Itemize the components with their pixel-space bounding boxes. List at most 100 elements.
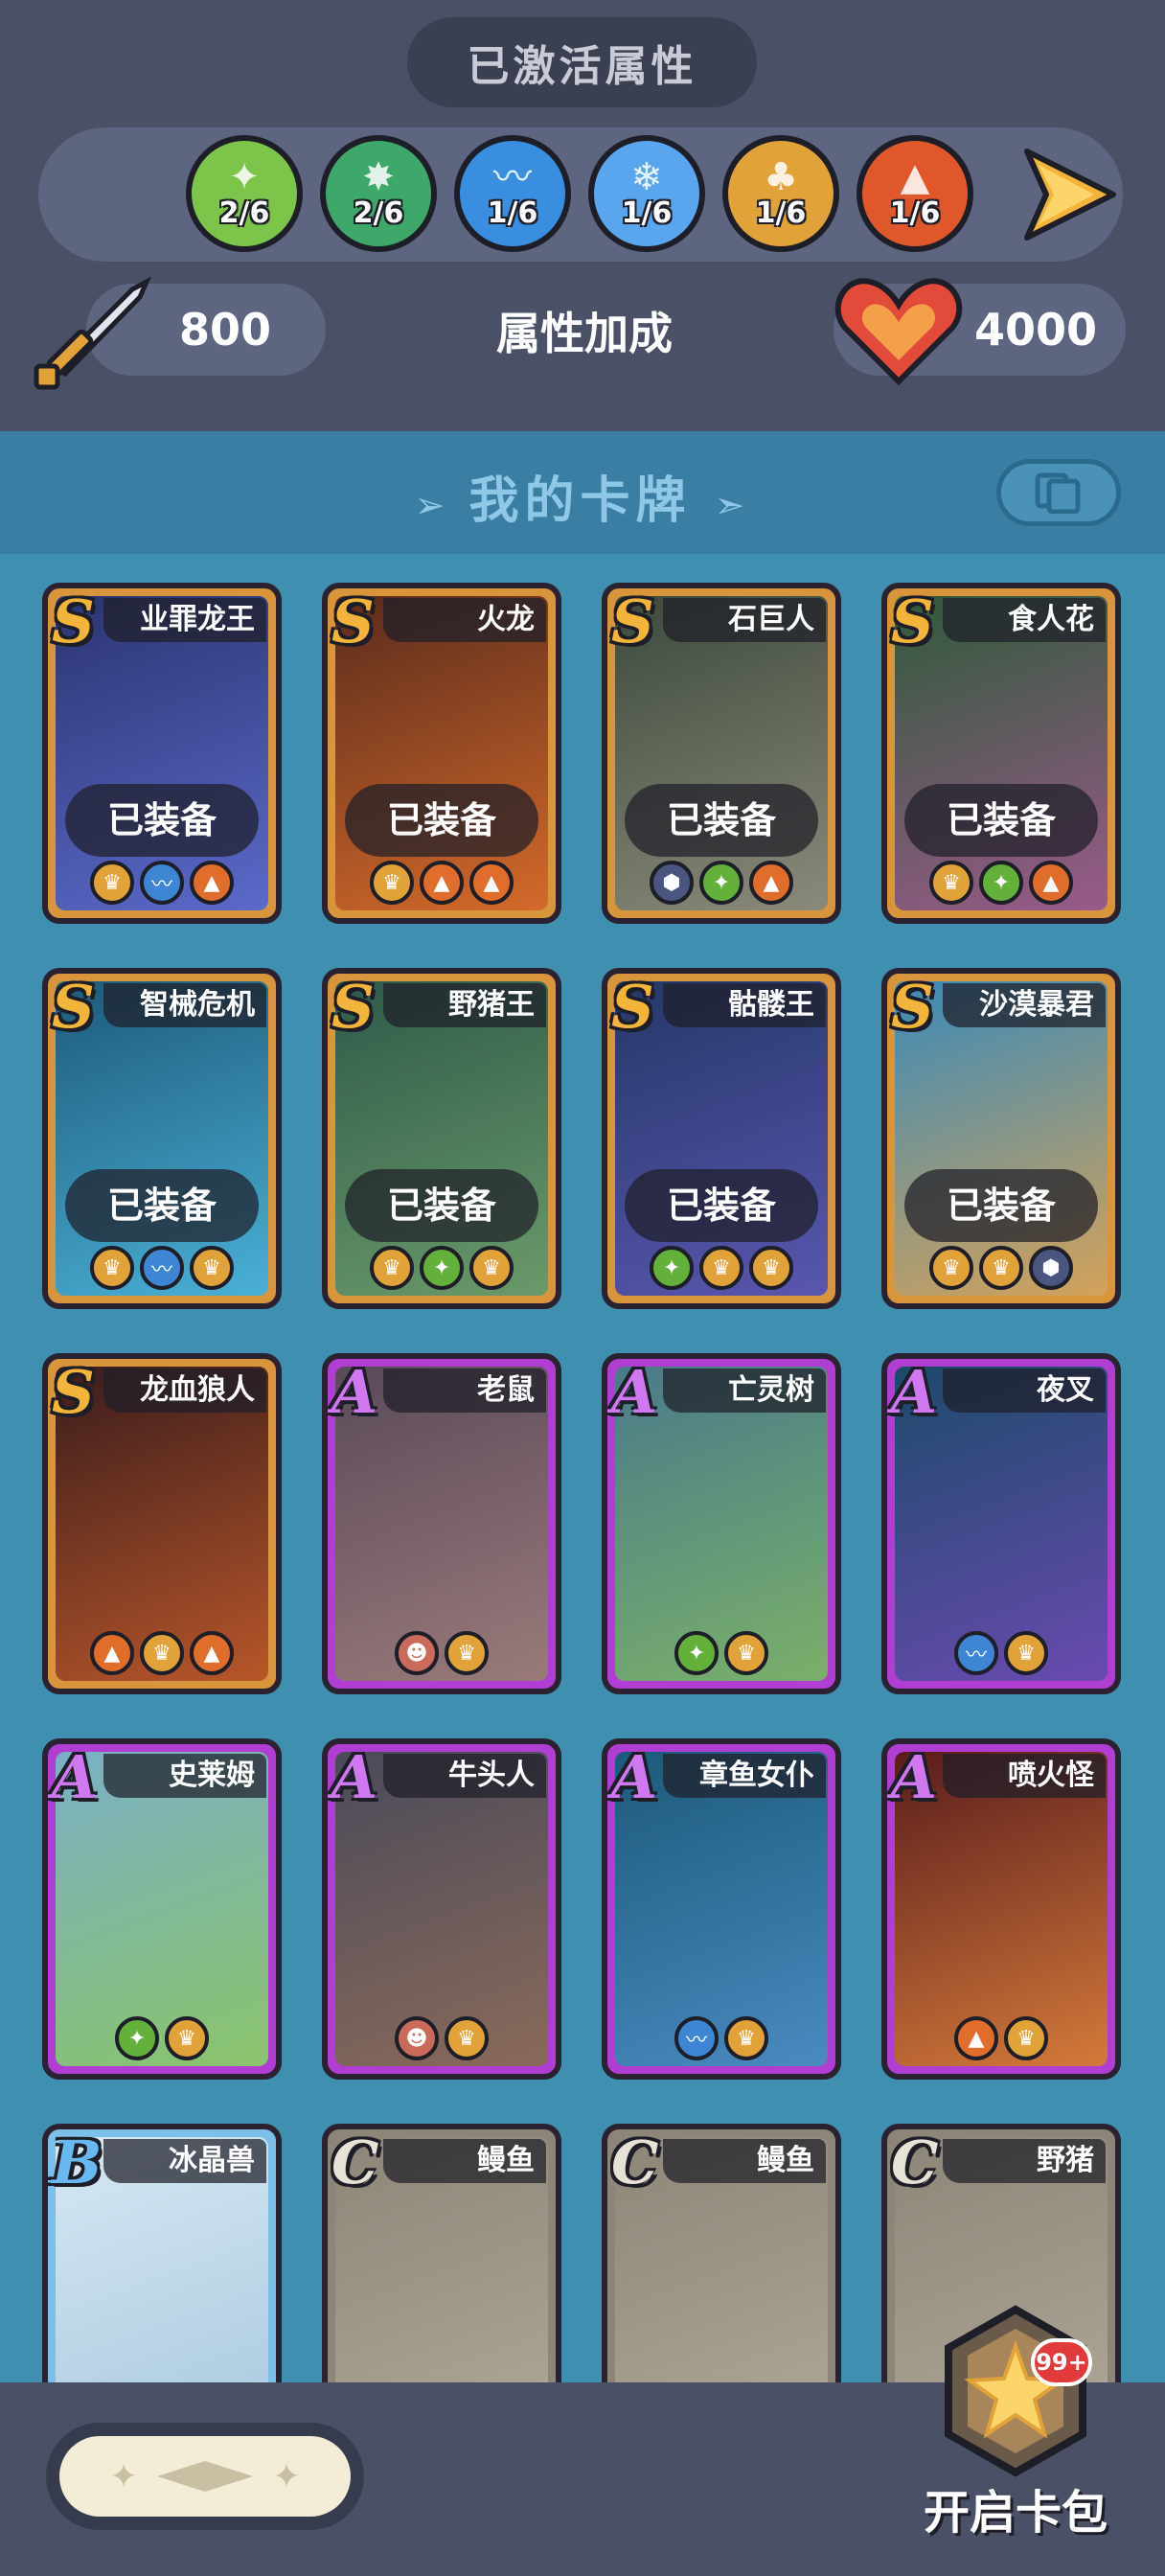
- card-rank-badge: A: [611, 1357, 658, 1427]
- card-name: 智械危机: [103, 983, 266, 1027]
- card-2[interactable]: 石巨人 S 已装备 ⬢ ✦ ▲: [602, 583, 841, 924]
- card-10[interactable]: 亡灵树 A ✦ ♛: [602, 1353, 841, 1694]
- water-attribute-icon: 〰: [674, 2016, 719, 2060]
- attribute-badge[interactable]: ✸ 2/6: [320, 135, 437, 252]
- card-rank-badge: A: [611, 1742, 658, 1812]
- card-name: 沙漠暴君: [943, 983, 1106, 1027]
- equipped-label: 已装备: [625, 1169, 818, 1242]
- card-1[interactable]: 火龙 S 已装备 ♛ ▲ ▲: [322, 583, 561, 924]
- card-6[interactable]: 骷髅王 S 已装备 ✦ ♛ ♛: [602, 968, 841, 1309]
- card-rank-badge: S: [331, 586, 375, 656]
- attribute-badge[interactable]: ❄ 1/6: [588, 135, 705, 252]
- attribute-count: 2/6: [353, 196, 404, 230]
- skin-attribute-icon: ☻: [395, 1631, 439, 1675]
- card-attribute-icons: 〰 ♛: [887, 1631, 1115, 1675]
- card-name: 夜叉: [943, 1368, 1106, 1413]
- svg-text:✦: ✦: [109, 2457, 138, 2496]
- attribute-bonus-label: 属性加成: [496, 308, 673, 359]
- card-name: 骷髅王: [663, 983, 826, 1027]
- open-pack-label[interactable]: 开启卡包: [901, 2474, 1131, 2542]
- skin-attribute-icon: ☻: [395, 2016, 439, 2060]
- card-attribute-icons: ⬢ ✦ ▲: [607, 861, 835, 905]
- gold-attribute-icon: ♛: [370, 861, 414, 905]
- card-0[interactable]: 业罪龙王 S 已装备 ♛ 〰 ▲: [42, 583, 282, 924]
- card-name: 章鱼女仆: [663, 1754, 826, 1798]
- attribute-count: 1/6: [487, 196, 538, 230]
- card-attribute-icons: ▲ ♛ ▲: [48, 1631, 276, 1675]
- sword-icon: [34, 276, 152, 390]
- leaf-sprout-icon: ✸: [362, 154, 395, 199]
- card-rank-badge: C: [891, 2128, 939, 2197]
- card-8[interactable]: 龙血狼人 S ▲ ♛ ▲: [42, 1353, 282, 1694]
- card-name: 业罪龙王: [103, 598, 266, 642]
- equipped-label: 已装备: [904, 784, 1098, 857]
- fire-attribute-icon: ▲: [1029, 861, 1073, 905]
- sort-button[interactable]: ✦ ✦: [59, 2436, 351, 2517]
- title-left-ornament-icon: ➢: [414, 484, 469, 526]
- gold-attribute-icon: ♛: [979, 1246, 1023, 1290]
- fire-attribute-icon: ▲: [749, 861, 793, 905]
- card-attribute-icons: ▲ ♛: [887, 2016, 1115, 2060]
- card-5[interactable]: 野猪王 S 已装备 ♛ ✦ ♛: [322, 968, 561, 1309]
- card-rank-badge: A: [891, 1357, 938, 1427]
- gold-attribute-icon: ♛: [140, 1631, 184, 1675]
- card-rank-badge: A: [52, 1742, 99, 1812]
- card-7[interactable]: 沙漠暴君 S 已装备 ♛ ♛ ⬢: [881, 968, 1121, 1309]
- fire-attribute-icon: ▲: [469, 861, 514, 905]
- card-12[interactable]: 史莱姆 A ✦ ♛: [42, 1738, 282, 2080]
- attack-value: 800: [178, 304, 272, 356]
- card-rank-badge: S: [611, 972, 654, 1042]
- card-attribute-icons: ♛ 〰 ♛: [48, 1246, 276, 1290]
- card-rank-badge: S: [611, 586, 654, 656]
- card-pack-icon[interactable]: [920, 2300, 1111, 2492]
- active-attributes-title: 已激活属性: [407, 17, 757, 107]
- card-rank-badge: A: [891, 1742, 938, 1812]
- attribute-badge[interactable]: ▲ 1/6: [857, 135, 973, 252]
- title-right-ornament-icon: ➣: [714, 484, 751, 526]
- card-4[interactable]: 智械危机 S 已装备 ♛ 〰 ♛: [42, 968, 282, 1309]
- gold-attribute-icon: ♛: [90, 1246, 134, 1290]
- gold-attribute-icon: ♛: [90, 861, 134, 905]
- nature-attribute-icon: ✦: [650, 1246, 694, 1290]
- gold-attribute-icon: ♛: [724, 2016, 768, 2060]
- my-cards-title: ➢ 我的卡牌 ➣: [0, 460, 1165, 532]
- gold-attribute-icon: ♛: [1004, 2016, 1048, 2060]
- card-attribute-icons: ✦ ♛ ♛: [607, 1246, 835, 1290]
- attribute-badge[interactable]: ♣ 1/6: [722, 135, 839, 252]
- fire-attribute-icon: ▲: [420, 861, 464, 905]
- card-name: 老鼠: [383, 1368, 546, 1413]
- attribute-badge[interactable]: 〰 1/6: [454, 135, 571, 252]
- next-arrow-icon[interactable]: [1017, 142, 1123, 247]
- card-name: 亡灵树: [663, 1368, 826, 1413]
- equipped-label: 已装备: [345, 784, 538, 857]
- gold-attribute-icon: ♛: [749, 1246, 793, 1290]
- card-3[interactable]: 食人花 S 已装备 ♛ ✦ ▲: [881, 583, 1121, 924]
- card-15[interactable]: 喷火怪 A ▲ ♛: [881, 1738, 1121, 2080]
- svg-text:✦: ✦: [272, 2457, 301, 2496]
- card-9[interactable]: 老鼠 A ☻ ♛: [322, 1353, 561, 1694]
- card-rank-badge: S: [891, 972, 934, 1042]
- attribute-badge[interactable]: ✦ 2/6: [186, 135, 303, 252]
- card-attribute-icons: ✦ ♛: [48, 2016, 276, 2060]
- card-attribute-icons: ♛ ▲ ▲: [328, 861, 556, 905]
- gold-attribute-icon: ♛: [469, 1246, 514, 1290]
- view-toggle-button[interactable]: [996, 459, 1121, 526]
- gold-attribute-icon: ♛: [445, 1631, 489, 1675]
- fire-attribute-icon: ▲: [90, 1631, 134, 1675]
- card-name: 冰晶兽: [103, 2139, 266, 2183]
- ornament-arrow-icon: ✦ ✦: [109, 2457, 301, 2496]
- card-name: 龙血狼人: [103, 1368, 266, 1413]
- card-rank-badge: C: [611, 2128, 659, 2197]
- card-name: 牛头人: [383, 1754, 546, 1798]
- heart-icon: [834, 278, 963, 386]
- pack-count-badge: 99+: [1031, 2338, 1092, 2386]
- card-rank-badge: S: [331, 972, 375, 1042]
- card-13[interactable]: 牛头人 A ☻ ♛: [322, 1738, 561, 2080]
- card-name: 喷火怪: [943, 1754, 1106, 1798]
- card-rank-badge: A: [331, 1357, 378, 1427]
- card-14[interactable]: 章鱼女仆 A 〰 ♛: [602, 1738, 841, 2080]
- card-rank-badge: S: [52, 586, 95, 656]
- card-name: 火龙: [383, 598, 546, 642]
- card-name: 鳗鱼: [383, 2139, 546, 2183]
- card-11[interactable]: 夜叉 A 〰 ♛: [881, 1353, 1121, 1694]
